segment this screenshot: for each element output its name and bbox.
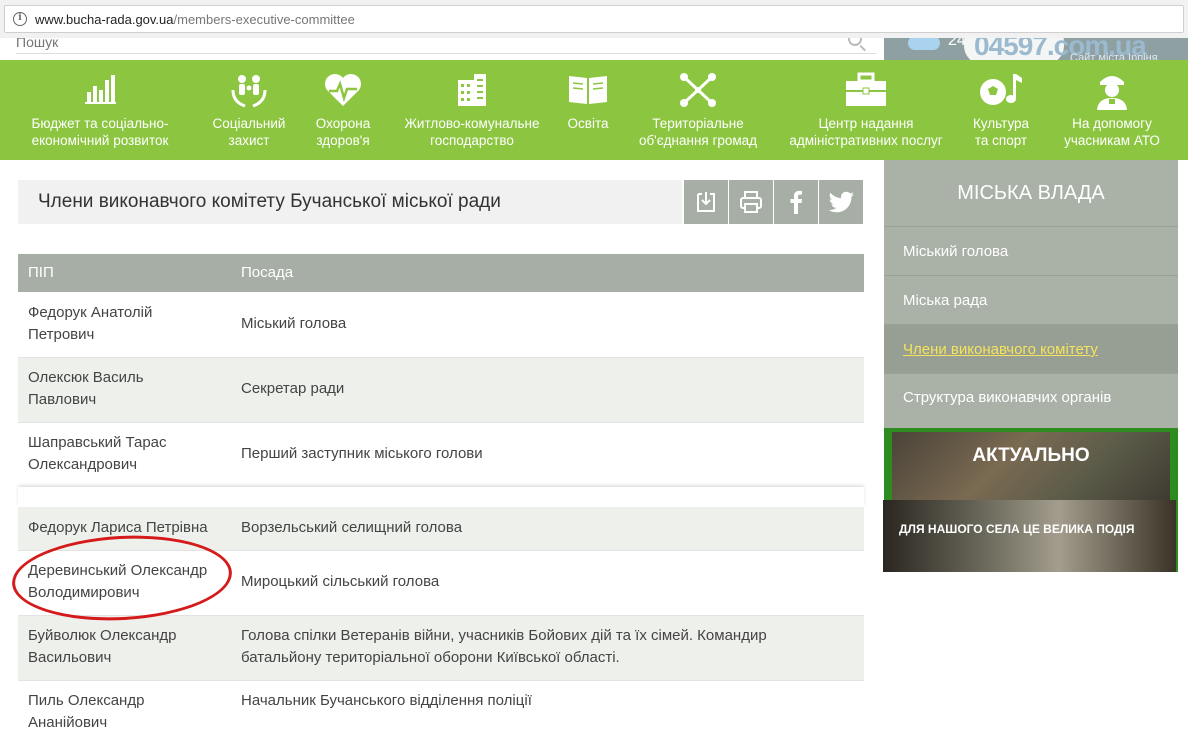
table-row: Олексюк Василь Павлович Секретар ради	[18, 358, 864, 423]
nav-label: Бюджет та соціально-економічний розвиток	[31, 116, 169, 148]
nav-label: Культура та спорт	[972, 116, 1030, 148]
briefcase-icon	[846, 72, 886, 106]
cloud-icon	[908, 38, 940, 50]
nav-label: Освіта	[567, 116, 609, 131]
table-row: Федорук Анатолій Петрович Міський голова	[18, 292, 864, 358]
nav-label: Охорона здоров'я	[315, 116, 371, 148]
nav-item-culture[interactable]: Культура та спорт	[966, 60, 1036, 160]
table-row: Шаправський Тарас Олександрович Перший за…	[18, 423, 864, 488]
search-row	[0, 38, 884, 60]
news-item-image[interactable]	[883, 500, 1176, 572]
url-path: /members-executive-committee	[173, 12, 355, 27]
url-field[interactable]: i www.bucha-rada.gov.ua/members-executiv…	[4, 5, 1184, 33]
print-button[interactable]	[729, 180, 773, 224]
sidebar-item-structure[interactable]: Структура виконавчих органів	[884, 373, 1178, 428]
nav-label: На допомогу учасникам АТО	[1064, 116, 1160, 148]
soldier-icon	[1097, 76, 1127, 110]
nav-label: Територіальне об'єднання громад	[638, 116, 758, 148]
cell-position: Начальник Бучанського відділення поліції	[241, 692, 532, 709]
twitter-icon	[829, 191, 854, 213]
cell-position: Ворзельський селищний голова	[241, 519, 463, 536]
sidebar-item-mayor[interactable]: Міський голова	[884, 226, 1178, 275]
cell-name: Олексюк Василь Павлович	[28, 369, 144, 408]
network-icon	[680, 73, 716, 107]
cell-name: Пиль Олександр Ананійович	[28, 692, 145, 731]
cell-position: Перший заступник міського голови	[241, 445, 483, 462]
news-photo[interactable]	[892, 432, 1170, 502]
nav-item-housing[interactable]: Житлово-комунальне господарство	[398, 60, 546, 160]
twitter-share-button[interactable]	[819, 180, 863, 224]
page-title-bar: Члени виконавчого комітету Бучанської мі…	[18, 180, 682, 224]
page-edge	[1178, 160, 1188, 736]
news-title: АКТУАЛЬНО	[972, 445, 1090, 466]
table-row: Пиль Олександр Ананійович Начальник Бучан…	[18, 681, 864, 736]
info-icon[interactable]: i	[13, 12, 27, 26]
chart-icon	[85, 75, 116, 104]
heart-icon	[325, 74, 361, 106]
search-input[interactable]	[16, 38, 876, 54]
nav-item-territorial[interactable]: Територіальне об'єднання громад	[632, 60, 764, 160]
column-header-name: ПІП	[28, 264, 54, 281]
nav-item-education[interactable]: Освіта	[560, 60, 616, 160]
download-icon	[697, 192, 715, 212]
nav-item-budget[interactable]: Бюджет та соціально-економічний розвиток	[20, 60, 180, 160]
cell-name: Шаправський Тарас Олександрович	[28, 434, 167, 473]
nav-item-health[interactable]: Охорона здоров'я	[303, 60, 383, 160]
nav-item-ato[interactable]: На допомогу учасникам АТО	[1056, 60, 1168, 160]
nav-item-admin-services[interactable]: Центр надання адміністративних послуг	[784, 60, 948, 160]
nav-item-social[interactable]: Соціальний захист	[204, 60, 294, 160]
printer-icon	[740, 191, 762, 213]
facebook-icon	[790, 190, 802, 214]
cell-name: Федорук Анатолій Петрович	[28, 304, 153, 343]
cell-position: Мироцький сільський голова	[241, 573, 440, 590]
cell-position: Секретар ради	[241, 380, 345, 397]
cell-position: Голова спілки Ветеранів війни, учасників…	[241, 627, 767, 666]
news-caption[interactable]: ДЛЯ НАШОГО СЕЛА ЦЕ ВЕЛИКА ПОДІЯ	[899, 522, 1135, 536]
nav-label: Центр надання адміністративних послуг	[789, 116, 943, 148]
family-icon	[231, 75, 267, 108]
logo-subtitle: Сайт міста Ірпіня	[1070, 52, 1158, 60]
header-right: 24 04597.com.ua Сайт міста Ірпіня	[884, 38, 1188, 60]
table-gap	[18, 487, 864, 507]
table-row: Буйволюк Олександр Васильович Голова спіл…	[18, 616, 864, 681]
browser-address-bar: i www.bucha-rada.gov.ua/members-executiv…	[0, 0, 1188, 39]
search-icon[interactable]	[848, 38, 862, 46]
ball-music-icon	[980, 74, 1022, 105]
sidebar-item-city-council[interactable]: Міська рада	[884, 275, 1178, 324]
facebook-share-button[interactable]	[774, 180, 818, 224]
url-text[interactable]: www.bucha-rada.gov.ua/members-executive-…	[35, 12, 355, 27]
column-header-position: Посада	[241, 264, 294, 281]
cell-position: Міський голова	[241, 315, 347, 332]
building-icon	[458, 74, 486, 106]
nav-label: Соціальний захист	[212, 116, 286, 148]
main-nav: Бюджет та соціально-економічний розвиток…	[0, 60, 1188, 160]
table-header: ПІП Посада	[18, 254, 864, 292]
download-button[interactable]	[684, 180, 728, 224]
nav-label: Житлово-комунальне господарство	[404, 116, 540, 148]
url-host: www.bucha-rada.gov.ua	[35, 12, 174, 27]
sidebar-title: МІСЬКА ВЛАДА	[884, 160, 1178, 226]
sidebar-item-executive-committee[interactable]: Члени виконавчого комітету	[884, 324, 1178, 373]
page-title: Члени виконавчого комітету Бучанської мі…	[38, 191, 501, 212]
book-icon	[569, 76, 607, 104]
cell-name: Буйволюк Олександр Васильович	[28, 627, 177, 666]
